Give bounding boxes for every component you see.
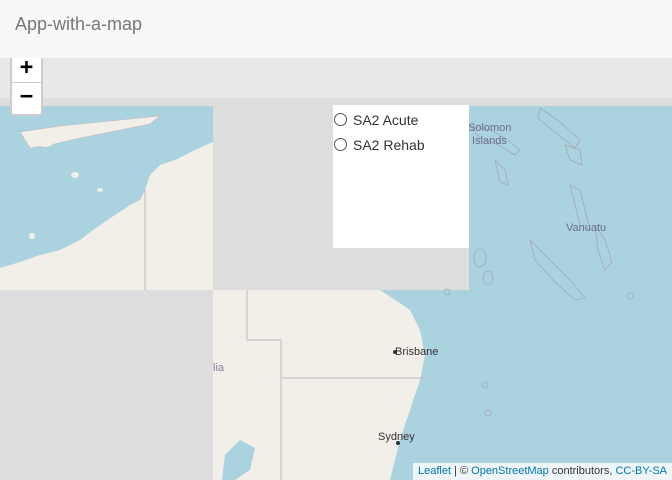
osm-link[interactable]: OpenStreetMap <box>471 465 549 477</box>
app-title: App-with-a-map <box>15 14 143 34</box>
tile-missing-center <box>213 106 333 290</box>
label-solomon-1: Solomon <box>468 122 511 134</box>
land-lord-howe <box>481 381 489 389</box>
map-attribution: Leaflet | © OpenStreetMap contributors, … <box>412 463 672 480</box>
land-islet <box>484 409 492 417</box>
radio-button[interactable] <box>334 113 347 126</box>
label-brisbane: Brisbane <box>395 346 438 358</box>
zoom-in-button[interactable]: + <box>12 58 41 83</box>
land-islet <box>97 188 103 192</box>
attribution-separator: | © <box>451 465 472 477</box>
land-reef <box>482 270 494 286</box>
land-islet <box>29 233 35 239</box>
tile-missing-sw <box>0 290 213 480</box>
layer-option-sa2-acute[interactable]: SA2 Acute <box>333 107 469 132</box>
land-islet <box>626 292 634 300</box>
label-sydney: Sydney <box>378 431 415 443</box>
radio-button[interactable] <box>334 138 347 151</box>
layer-label: SA2 Rehab <box>353 136 425 153</box>
attribution-contributors: contributors, <box>548 465 616 477</box>
zoom-control: + − <box>10 58 43 116</box>
map-container[interactable]: Solomon Islands Vanuatu Brisbane Sydney … <box>0 58 672 480</box>
label-vanuatu: Vanuatu <box>566 222 606 234</box>
label-australia: lia <box>213 362 225 374</box>
license-link[interactable]: CC-BY-SA <box>615 465 667 477</box>
land-islet <box>71 172 79 178</box>
layer-label: SA2 Acute <box>353 111 419 128</box>
land-islet <box>37 139 53 147</box>
app-header: App-with-a-map <box>0 0 672 58</box>
zoom-out-button[interactable]: − <box>12 83 41 112</box>
layer-control-panel: SA2 Acute SA2 Rehab <box>333 105 469 248</box>
layer-option-sa2-rehab[interactable]: SA2 Rehab <box>333 132 469 157</box>
tile-missing-mid <box>333 248 469 290</box>
land-reef <box>473 248 487 268</box>
land-islet <box>443 288 451 296</box>
label-solomon-2: Islands <box>472 135 507 147</box>
leaflet-link[interactable]: Leaflet <box>418 465 451 477</box>
